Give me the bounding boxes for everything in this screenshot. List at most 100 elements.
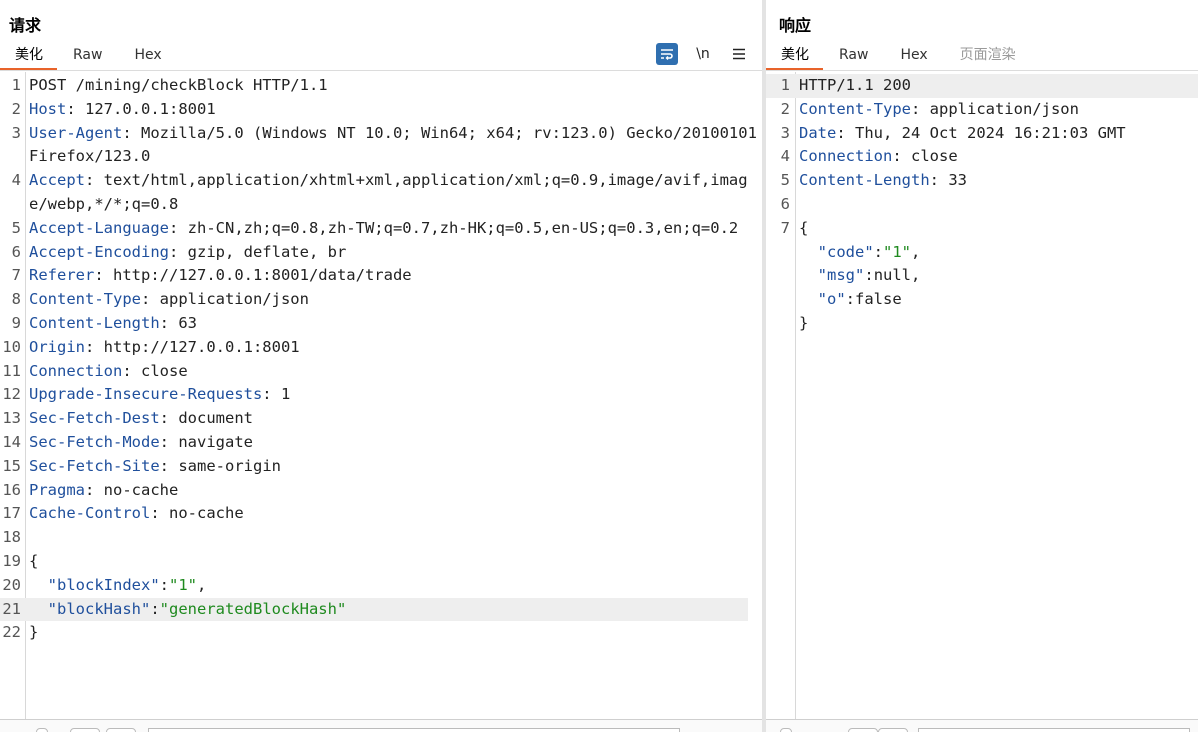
code-line[interactable]: 20 "blockIndex":"1", bbox=[0, 574, 762, 598]
json-literal-value: null bbox=[873, 266, 912, 285]
response-tab-pretty[interactable]: 美化 bbox=[766, 42, 823, 70]
line-number: 5 bbox=[11, 218, 21, 237]
next-match-button[interactable] bbox=[106, 728, 136, 732]
header-name: Cache-Control bbox=[29, 504, 151, 523]
json-string-value: "generatedBlockHash" bbox=[159, 599, 347, 618]
code-line[interactable]: 18 bbox=[0, 526, 762, 550]
code-line[interactable]: 14 Sec-Fetch-Mode: navigate bbox=[0, 431, 762, 455]
request-title: 请求 bbox=[9, 16, 42, 35]
code-line[interactable]: 5 Content-Length: 33 bbox=[766, 169, 1198, 193]
code-line[interactable]: 15 Sec-Fetch-Site: same-origin bbox=[0, 455, 762, 479]
code-line[interactable]: 4 Accept: text/html,application/xhtml+xml… bbox=[0, 169, 762, 217]
code-line[interactable]: 17 Cache-Control: no-cache bbox=[0, 502, 762, 526]
line-number: 10 bbox=[2, 337, 21, 356]
header-value: no-cache bbox=[103, 480, 179, 499]
request-tab-divider bbox=[0, 70, 762, 71]
code-line[interactable]: 11 Connection: close bbox=[0, 360, 762, 384]
code-line[interactable]: 22} bbox=[0, 621, 762, 645]
response-tab-hex[interactable]: Hex bbox=[884, 42, 943, 68]
line-number: 19 bbox=[2, 551, 21, 570]
json-key: "msg" bbox=[817, 266, 865, 285]
code-line[interactable]: "msg":null, bbox=[766, 264, 1198, 288]
code-line[interactable]: 1 HTTP/1.1 200 bbox=[766, 74, 1198, 98]
json-literal-value: false bbox=[855, 290, 902, 309]
header-name: Connection bbox=[799, 147, 893, 166]
help-icon[interactable] bbox=[36, 728, 48, 732]
code-line[interactable]: 5 Accept-Language: zh-CN,zh;q=0.8,zh-TW;q… bbox=[0, 217, 762, 241]
json-key: "o" bbox=[817, 290, 846, 309]
next-match-button[interactable] bbox=[878, 728, 908, 732]
code-line[interactable]: 6 bbox=[766, 193, 1198, 217]
line-number: 7 bbox=[780, 218, 790, 237]
code-line[interactable]: 10 Origin: http://127.0.0.1:8001 bbox=[0, 336, 762, 360]
code-line[interactable]: 19 { bbox=[0, 550, 762, 574]
code-line[interactable]: 12 Upgrade-Insecure-Requests: 1 bbox=[0, 383, 762, 407]
request-tab-hex[interactable]: Hex bbox=[118, 42, 177, 68]
code-line[interactable]: "o":false bbox=[766, 288, 1198, 312]
header-value: document bbox=[178, 409, 253, 428]
code-line[interactable]: "code":"1", bbox=[766, 241, 1198, 265]
line-number: 22 bbox=[2, 623, 21, 642]
header-value: same-origin bbox=[178, 456, 281, 475]
json-key: "blockIndex" bbox=[47, 575, 160, 594]
header-name: Accept-Language bbox=[29, 218, 169, 237]
line-number: 2 bbox=[780, 99, 790, 118]
code-line[interactable]: } bbox=[766, 312, 1198, 336]
code-line[interactable]: 7 Referer: http://127.0.0.1:8001/data/tra… bbox=[0, 264, 762, 288]
menu-icon[interactable] bbox=[728, 43, 750, 65]
code-line[interactable]: 16 Pragma: no-cache bbox=[0, 479, 762, 503]
search-input[interactable] bbox=[918, 728, 1190, 732]
newline-icon[interactable]: \n bbox=[692, 43, 714, 65]
code-line[interactable]: 2 Content-Type: application/json bbox=[766, 98, 1198, 122]
prev-match-button[interactable] bbox=[70, 728, 100, 732]
json-string-value: "1" bbox=[883, 242, 912, 261]
header-value: Thu, 24 Oct 2024 16:21:03 GMT bbox=[855, 123, 1126, 142]
code-line[interactable]: 1 POST /mining/checkBlock HTTP/1.1 bbox=[0, 74, 762, 98]
header-name: Accept-Encoding bbox=[29, 242, 169, 261]
header-name: Pragma bbox=[29, 480, 85, 499]
request-tab-raw[interactable]: Raw bbox=[57, 42, 118, 68]
code-line[interactable]: 6 Accept-Encoding: gzip, deflate, br bbox=[0, 241, 762, 265]
code-line[interactable]: 7{ bbox=[766, 217, 1198, 241]
request-pane: 请求 美化 Raw Hex \n 1 POST /mining/checkBloc… bbox=[0, 0, 762, 732]
line-number: 5 bbox=[780, 171, 790, 190]
search-input[interactable] bbox=[148, 728, 680, 732]
header-name: Sec-Fetch-Dest bbox=[29, 409, 160, 428]
prev-match-button[interactable] bbox=[848, 728, 878, 732]
header-name: Sec-Fetch-Mode bbox=[29, 432, 160, 451]
help-icon[interactable] bbox=[780, 728, 792, 732]
code-line[interactable]: 21 "blockHash":"generatedBlockHash" bbox=[0, 597, 748, 622]
header-value: gzip, deflate, br bbox=[187, 242, 347, 261]
line-number: 14 bbox=[2, 432, 21, 451]
response-title: 响应 bbox=[779, 16, 812, 35]
header-name: Content-Type bbox=[29, 290, 141, 309]
response-tab-render[interactable]: 页面渲染 bbox=[944, 42, 1032, 68]
line-number: 7 bbox=[11, 266, 21, 285]
word-wrap-icon[interactable] bbox=[656, 43, 678, 65]
header-value: 33 bbox=[948, 171, 967, 190]
code-line[interactable]: 13 Sec-Fetch-Dest: document bbox=[0, 407, 762, 431]
code-line[interactable]: 3 Date: Thu, 24 Oct 2024 16:21:03 GMT bbox=[766, 122, 1198, 146]
json-string-value: "1" bbox=[169, 575, 197, 594]
json-key: "blockHash" bbox=[47, 599, 151, 618]
line-number: 4 bbox=[780, 147, 790, 166]
response-code[interactable]: 1 HTTP/1.1 200 2 Content-Type: application/… bbox=[766, 74, 1198, 336]
code-line[interactable]: 3 User-Agent: Mozilla/5.0 (Windows NT 10.… bbox=[0, 122, 762, 170]
request-toolbar: \n bbox=[656, 43, 750, 65]
response-editor[interactable]: 1 HTTP/1.1 200 2 Content-Type: application/… bbox=[766, 72, 1198, 720]
code-line[interactable]: 9 Content-Length: 63 bbox=[0, 312, 762, 336]
code-line[interactable]: 8 Content-Type: application/json bbox=[0, 288, 762, 312]
response-tab-raw[interactable]: Raw bbox=[823, 42, 884, 68]
code-line[interactable]: 2 Host: 127.0.0.1:8001 bbox=[0, 98, 762, 122]
header-name: Host bbox=[29, 99, 67, 118]
line-number: 1 bbox=[780, 76, 790, 94]
code-line[interactable]: 4 Connection: close bbox=[766, 145, 1198, 169]
header-name: Date bbox=[799, 123, 837, 142]
request-editor[interactable]: 1 POST /mining/checkBlock HTTP/1.1 2 Host: … bbox=[0, 72, 762, 720]
request-code[interactable]: 1 POST /mining/checkBlock HTTP/1.1 2 Host: … bbox=[0, 74, 762, 645]
response-search-bar bbox=[766, 719, 1198, 732]
request-tab-pretty[interactable]: 美化 bbox=[0, 42, 57, 70]
response-tab-divider bbox=[766, 70, 1198, 71]
header-name: Accept bbox=[29, 171, 85, 190]
header-name: Sec-Fetch-Site bbox=[29, 456, 160, 475]
